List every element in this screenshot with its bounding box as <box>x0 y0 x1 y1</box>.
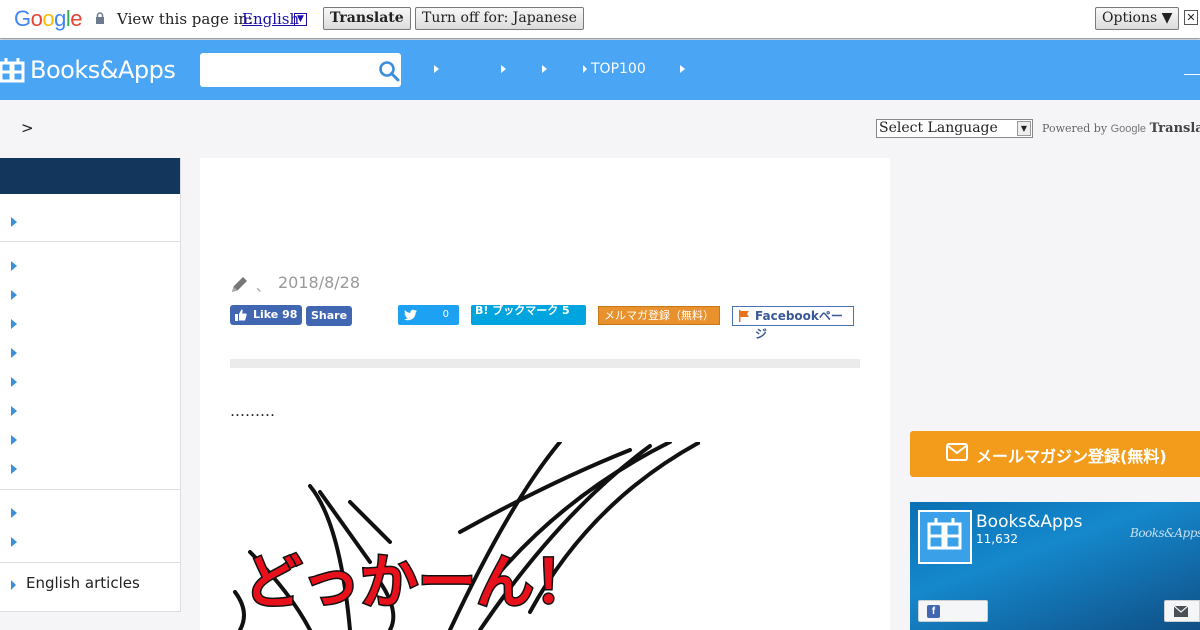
facebook-page-button[interactable]: Facebookページ <box>732 306 854 341</box>
nav-item-5[interactable] <box>680 61 691 77</box>
flag-icon <box>739 310 749 322</box>
chevron-right-icon <box>11 537 17 547</box>
chevron-right-icon <box>11 377 17 387</box>
divider <box>230 359 860 368</box>
chevron-right-icon <box>11 435 17 445</box>
facebook-like-button[interactable]: Like 98 <box>230 305 303 325</box>
chevron-right-icon <box>11 261 17 271</box>
page-name[interactable]: Books&Apps <box>976 512 1083 532</box>
nav-item-3[interactable] <box>542 61 553 77</box>
tweet-count: 0 <box>442 309 449 320</box>
nav-item-2[interactable] <box>501 61 512 77</box>
facebook-icon: f <box>927 605 940 618</box>
envelope-icon <box>946 443 968 461</box>
pencil-icon <box>232 277 247 292</box>
logo-text: Books&Apps <box>30 56 176 84</box>
language-dropdown-icon[interactable]: ▼ <box>294 13 307 26</box>
language-select[interactable]: Select Language ▼ <box>876 119 1033 138</box>
lock-icon <box>96 12 104 24</box>
sidebar-item[interactable] <box>0 207 180 236</box>
newsletter-banner[interactable]: メールマガジン登録(無料) <box>910 431 1200 477</box>
nav-item-1[interactable] <box>434 61 445 77</box>
logo-icon <box>0 58 25 83</box>
article: 、 2018/8/28 Like 98 Share 0 B! ブックマーク 5 … <box>200 158 890 630</box>
comic-caption: どっかーん！ <box>244 548 592 616</box>
sidebar-item[interactable] <box>0 367 180 396</box>
sidebar-item-english-articles[interactable]: English articles <box>0 570 180 599</box>
twitter-icon <box>404 309 417 321</box>
sidebar-item[interactable] <box>0 454 180 483</box>
comic-image: どっかーん！ <box>230 440 702 630</box>
close-icon[interactable]: ✕ <box>1184 10 1198 25</box>
sidebar-item[interactable] <box>0 251 180 280</box>
chevron-right-icon <box>11 217 17 227</box>
tweet-button[interactable]: 0 <box>398 305 459 325</box>
chevron-right-icon <box>11 508 17 518</box>
google-logo: Google <box>14 6 83 31</box>
turn-off-button[interactable]: Turn off for: Japanese <box>415 7 584 30</box>
sidebar: English articles <box>0 158 181 612</box>
sidebar-item[interactable] <box>0 498 180 527</box>
page-avatar[interactable] <box>918 510 972 564</box>
chevron-right-icon <box>11 580 16 590</box>
sidebar-item[interactable] <box>0 309 180 338</box>
sidebar-item[interactable] <box>0 280 180 309</box>
translate-label: View this page in: <box>117 10 254 28</box>
chevron-right-icon <box>11 406 17 416</box>
options-button[interactable]: Options ▼ <box>1095 7 1180 30</box>
article-lead-text: ……… <box>230 402 275 420</box>
chevron-right-icon <box>11 348 17 358</box>
sidebar-item-label: English articles <box>26 574 140 592</box>
cover-watermark: Books&Apps <box>1130 526 1200 540</box>
sidebar-item[interactable] <box>0 527 180 556</box>
sidebar-header <box>0 158 180 194</box>
breadcrumb[interactable]: > <box>21 119 34 137</box>
site-header: Books&Apps TOP100 <box>0 40 1200 100</box>
site-logo[interactable]: Books&Apps <box>0 55 176 85</box>
thumbs-up-icon <box>235 309 247 321</box>
sidebar-item[interactable] <box>0 425 180 454</box>
sidebar-item[interactable] <box>0 338 180 367</box>
page-like-button[interactable]: f <box>918 600 988 622</box>
chevron-down-icon: ▼ <box>1017 121 1031 136</box>
message-button[interactable] <box>1164 600 1200 622</box>
search-input[interactable] <box>200 53 401 87</box>
chevron-right-icon <box>11 319 17 329</box>
chevron-right-icon <box>11 464 17 474</box>
author-separator: 、 <box>256 279 270 295</box>
envelope-icon <box>1174 606 1188 617</box>
newsletter-banner-label: メールマガジン登録(無料) <box>976 447 1167 466</box>
page-like-count: 11,632 <box>976 532 1018 546</box>
facebook-share-button[interactable]: Share <box>306 306 353 326</box>
newsletter-signup-button[interactable]: メルマガ登録（無料） <box>598 306 720 325</box>
language-link[interactable]: English <box>242 10 299 28</box>
nav-item-top100[interactable]: TOP100 <box>583 61 646 77</box>
translate-button[interactable]: Translate <box>323 7 411 30</box>
menu-icon[interactable] <box>1184 74 1200 75</box>
search-icon[interactable] <box>378 60 400 82</box>
powered-by-google: Powered by Google Translate <box>1042 121 1200 136</box>
hatena-bookmark-button[interactable]: B! ブックマーク 5 <box>471 305 586 325</box>
chevron-right-icon <box>11 290 17 300</box>
sidebar-item[interactable] <box>0 396 180 425</box>
facebook-page-widget[interactable]: Books&Apps 11,632 Books&Apps f <box>910 502 1200 630</box>
post-date: 2018/8/28 <box>278 273 361 292</box>
google-translate-bar: Google View this page in: English ▼ Tran… <box>0 0 1200 39</box>
